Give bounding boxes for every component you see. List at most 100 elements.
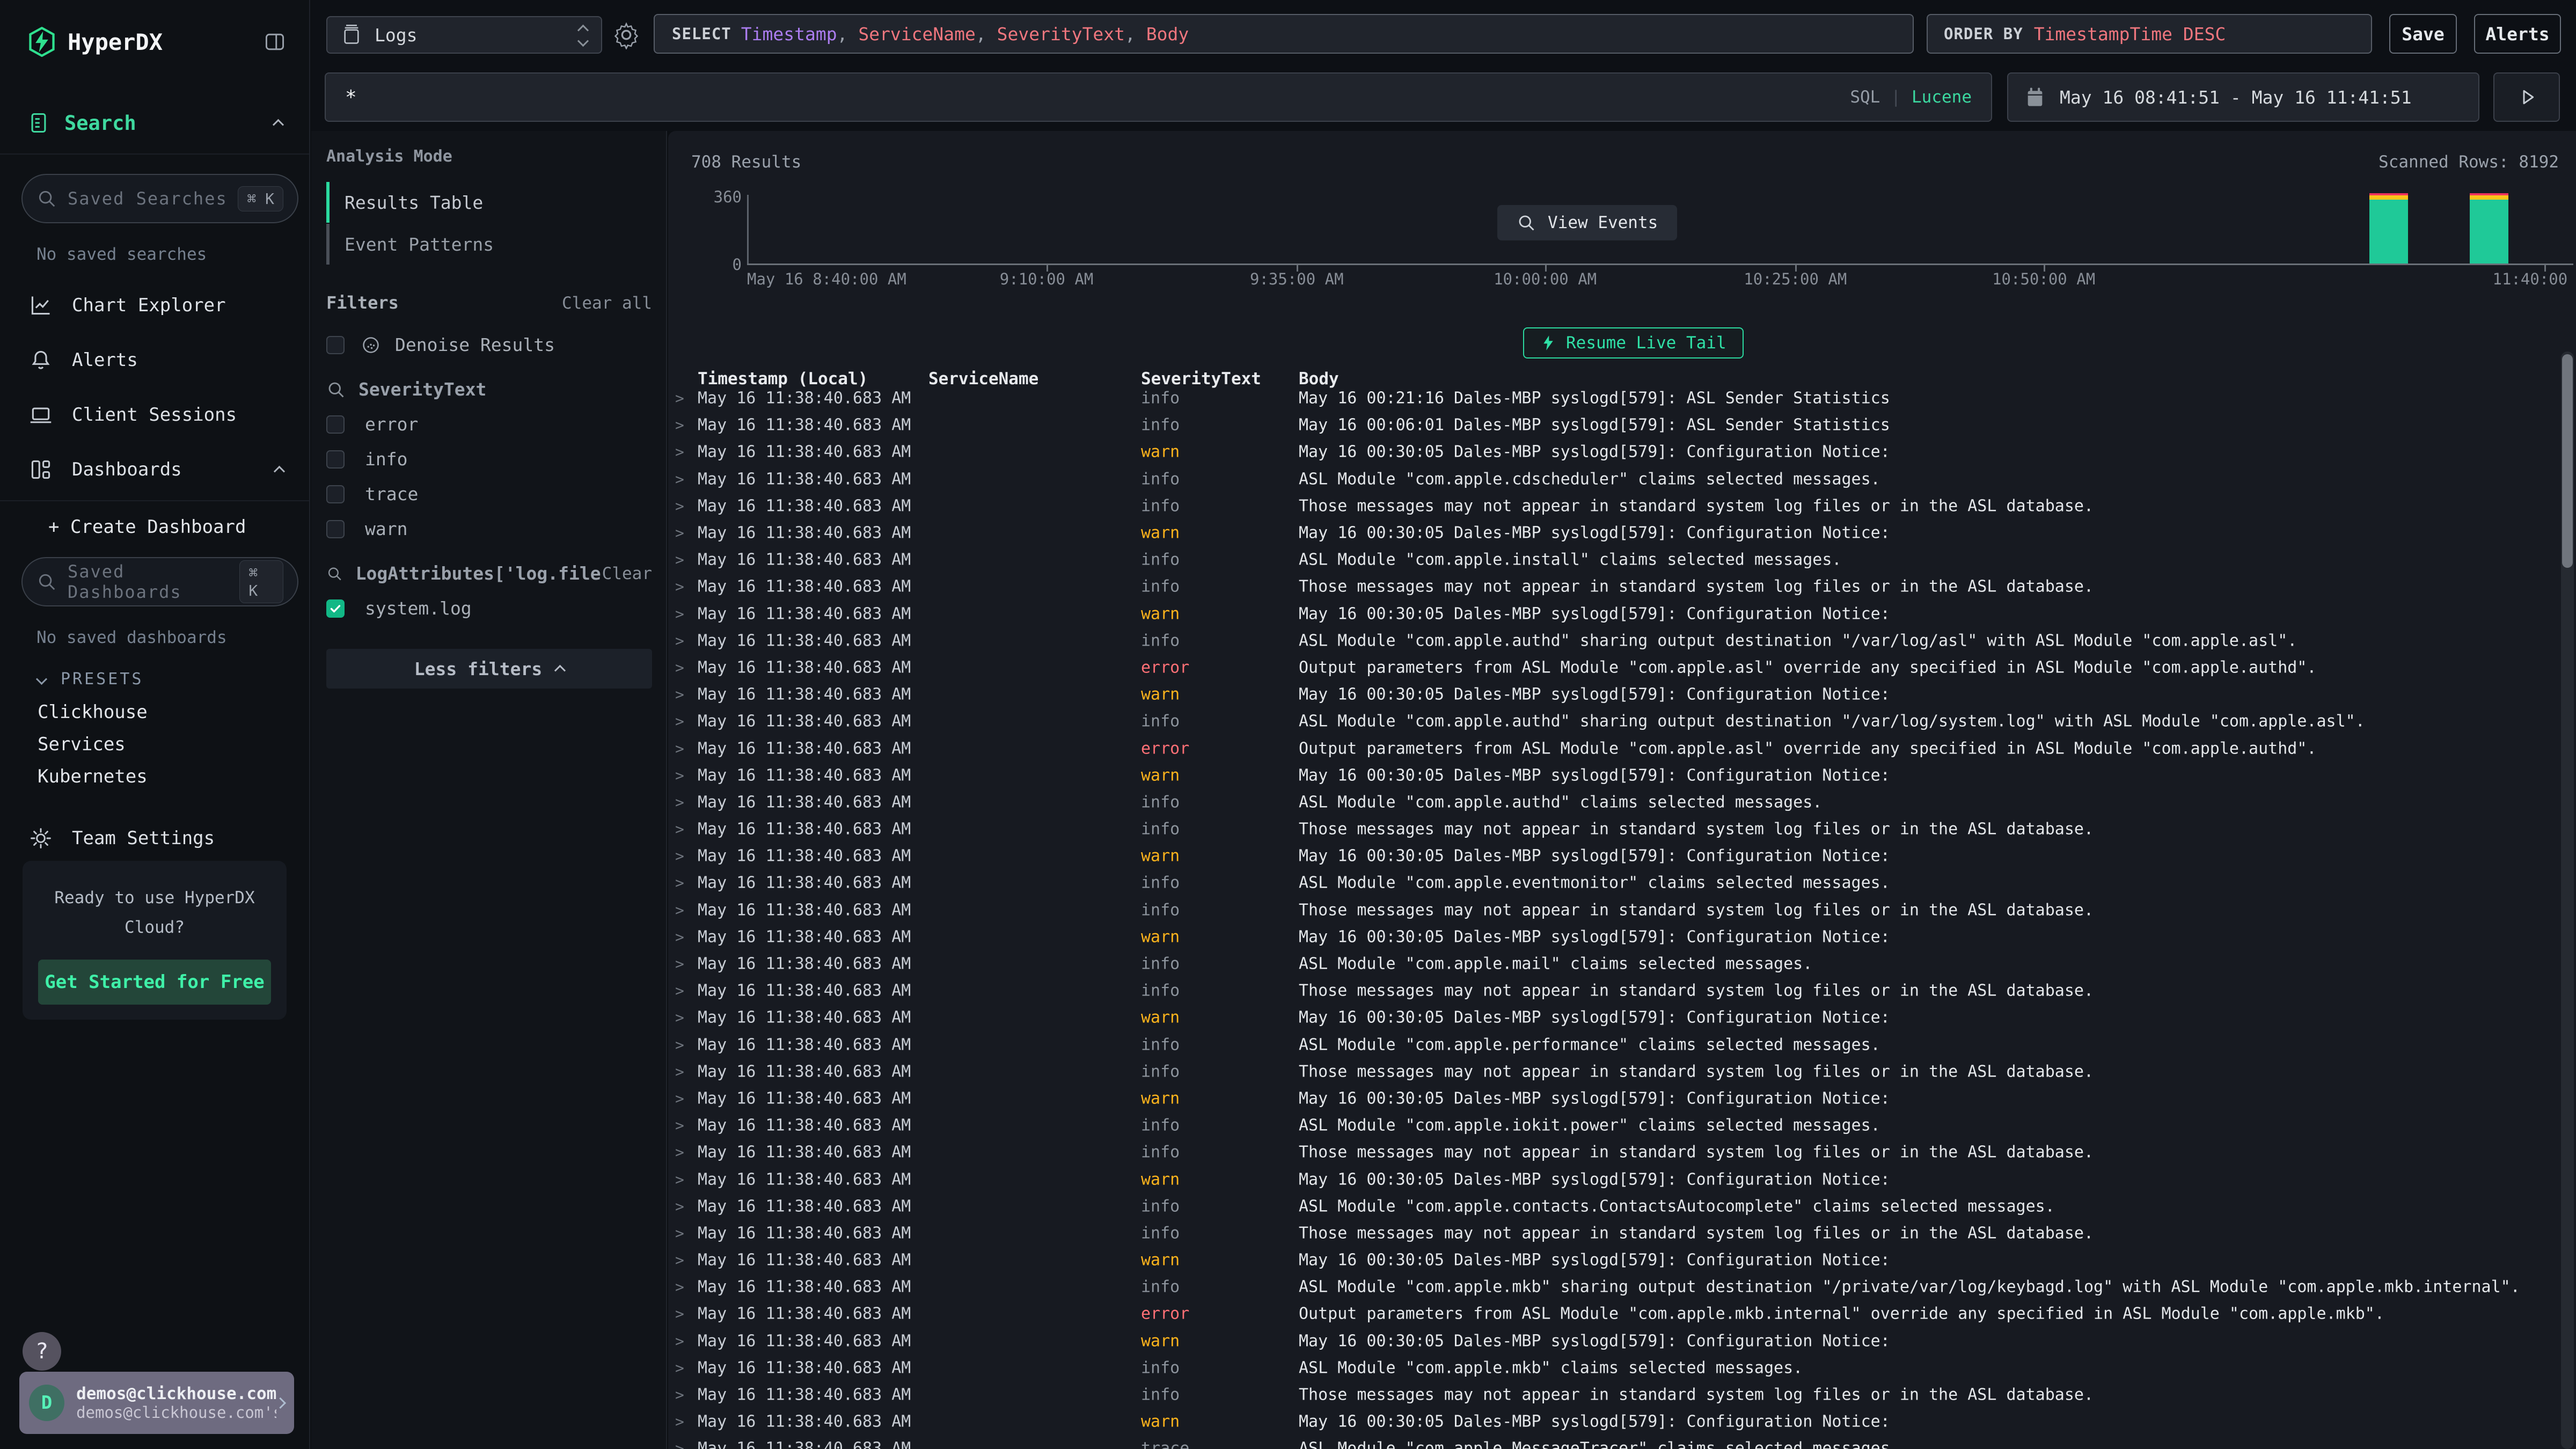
table-row[interactable]: >May 16 11:38:40.683 AMinfoASL Module "c…	[668, 1274, 2561, 1300]
run-query-button[interactable]	[2493, 72, 2560, 122]
expand-chevron-icon[interactable]: >	[675, 1197, 684, 1215]
table-row[interactable]: >May 16 11:38:40.683 AMinfoASL Module "c…	[668, 869, 2561, 896]
severity-option-trace[interactable]: trace	[326, 484, 652, 504]
table-row[interactable]: >May 16 11:38:40.683 AMinfoMay 16 00:21:…	[668, 385, 2561, 412]
expand-chevron-icon[interactable]: >	[675, 982, 684, 1000]
table-row[interactable]: >May 16 11:38:40.683 AMwarnMay 16 00:30:…	[668, 1166, 2561, 1192]
expand-chevron-icon[interactable]: >	[675, 1170, 684, 1188]
analysis-mode-results-table[interactable]: Results Table	[326, 182, 652, 223]
table-row[interactable]: >May 16 11:38:40.683 AMwarnMay 16 00:30:…	[668, 601, 2561, 627]
source-select[interactable]: Logs	[326, 16, 602, 54]
less-filters-button[interactable]: Less filters	[326, 649, 652, 689]
expand-chevron-icon[interactable]: >	[675, 1278, 684, 1296]
expand-chevron-icon[interactable]: >	[675, 928, 684, 946]
severity-option-info[interactable]: info	[326, 449, 652, 470]
chart-bar[interactable]	[2470, 193, 2508, 264]
presets-toggle[interactable]: PRESETS	[38, 670, 309, 689]
expand-chevron-icon[interactable]: >	[675, 793, 684, 811]
table-row[interactable]: >May 16 11:38:40.683 AMwarnMay 16 00:30:…	[668, 519, 2561, 546]
expand-chevron-icon[interactable]: >	[675, 1332, 684, 1350]
sidebar-item-dashboards[interactable]: Dashboards	[0, 442, 309, 497]
sidebar-item-search[interactable]: Search	[0, 106, 309, 140]
clear-all-link[interactable]: Clear all	[562, 294, 652, 313]
table-row[interactable]: >May 16 11:38:40.683 AMtraceASL Module "…	[668, 1435, 2561, 1449]
scrollbar-thumb[interactable]	[2562, 354, 2573, 568]
chevron-up-icon[interactable]	[274, 465, 285, 477]
expand-chevron-icon[interactable]: >	[675, 686, 684, 704]
table-row[interactable]: >May 16 11:38:40.683 AMinfoThose message…	[668, 897, 2561, 924]
create-dashboard-button[interactable]: + Create Dashboard	[0, 501, 309, 553]
expand-chevron-icon[interactable]: >	[675, 847, 684, 865]
expand-chevron-icon[interactable]: >	[675, 443, 684, 461]
sidebar-item-team-settings[interactable]: Team Settings	[0, 811, 309, 866]
expand-chevron-icon[interactable]: >	[675, 1036, 684, 1053]
expand-chevron-icon[interactable]: >	[675, 1009, 684, 1027]
save-button[interactable]: Save	[2389, 14, 2457, 54]
table-row[interactable]: >May 16 11:38:40.683 AMinfoThose message…	[668, 1139, 2561, 1166]
table-row[interactable]: >May 16 11:38:40.683 AMerrorOutput param…	[668, 1300, 2561, 1327]
checkbox[interactable]	[326, 485, 345, 503]
saved-searches-input[interactable]: Saved Searches ⌘ K	[21, 174, 298, 223]
table-row[interactable]: >May 16 11:38:40.683 AMerrorOutput param…	[668, 654, 2561, 681]
expand-chevron-icon[interactable]: >	[675, 390, 684, 407]
table-row[interactable]: >May 16 11:38:40.683 AMwarnMay 16 00:30:…	[668, 1247, 2561, 1274]
expand-chevron-icon[interactable]: >	[675, 901, 684, 919]
expand-chevron-icon[interactable]: >	[675, 1252, 684, 1269]
chevron-up-icon[interactable]	[273, 119, 284, 130]
table-row[interactable]: >May 16 11:38:40.683 AMinfoASL Module "c…	[668, 1193, 2561, 1220]
expand-chevron-icon[interactable]: >	[675, 1117, 684, 1135]
expand-chevron-icon[interactable]: >	[675, 874, 684, 892]
table-row[interactable]: >May 16 11:38:40.683 AMwarnMay 16 00:30:…	[668, 438, 2561, 465]
expand-chevron-icon[interactable]: >	[675, 713, 684, 730]
expand-chevron-icon[interactable]: >	[675, 821, 684, 838]
expand-chevron-icon[interactable]: >	[675, 416, 684, 434]
select-clause-input[interactable]: SELECT Timestamp, ServiceName, SeverityT…	[654, 14, 1914, 54]
expand-chevron-icon[interactable]: >	[675, 524, 684, 542]
view-events-button[interactable]: View Events	[1497, 205, 1677, 240]
table-row[interactable]: >May 16 11:38:40.683 AMinfoASL Module "c…	[668, 466, 2561, 493]
get-started-button[interactable]: Get Started for Free	[38, 960, 271, 1005]
clear-link[interactable]: Clear	[602, 564, 652, 583]
expand-chevron-icon[interactable]: >	[675, 632, 684, 649]
table-row[interactable]: >May 16 11:38:40.683 AMinfoASL Module "c…	[668, 1031, 2561, 1058]
table-row[interactable]: >May 16 11:38:40.683 AMwarnMay 16 00:30:…	[668, 924, 2561, 950]
collapse-sidebar-icon[interactable]	[263, 30, 287, 54]
severity-option-warn[interactable]: warn	[326, 518, 652, 539]
table-row[interactable]: >May 16 11:38:40.683 AMwarnMay 16 00:30:…	[668, 681, 2561, 708]
language-toggle-sql[interactable]: SQL	[1850, 87, 1880, 107]
logfile-option-system.log[interactable]: system.log	[326, 598, 652, 619]
table-row[interactable]: >May 16 11:38:40.683 AMinfoMay 16 00:06:…	[668, 412, 2561, 438]
scrollbar-track[interactable]	[2561, 352, 2574, 1449]
help-button[interactable]: ?	[23, 1332, 61, 1371]
preset-item-kubernetes[interactable]: Kubernetes	[38, 760, 309, 793]
expand-chevron-icon[interactable]: >	[675, 658, 684, 676]
language-toggle-lucene[interactable]: Lucene	[1912, 87, 1972, 107]
table-row[interactable]: >May 16 11:38:40.683 AMinfoThose message…	[668, 977, 2561, 1004]
table-row[interactable]: >May 16 11:38:40.683 AMwarnMay 16 00:30:…	[668, 843, 2561, 869]
expand-chevron-icon[interactable]: >	[675, 740, 684, 757]
checkbox[interactable]	[326, 450, 345, 469]
table-row[interactable]: >May 16 11:38:40.683 AMwarnMay 16 00:30:…	[668, 1408, 2561, 1435]
table-row[interactable]: >May 16 11:38:40.683 AMinfoASL Module "c…	[668, 627, 2561, 654]
preset-item-clickhouse[interactable]: Clickhouse	[38, 696, 309, 728]
expand-chevron-icon[interactable]: >	[675, 766, 684, 784]
expand-chevron-icon[interactable]: >	[675, 1144, 684, 1161]
table-row[interactable]: >May 16 11:38:40.683 AMinfoThose message…	[668, 1058, 2561, 1085]
expand-chevron-icon[interactable]: >	[675, 605, 684, 623]
account-card[interactable]: D demos@clickhouse.com demos@clickhouse.…	[19, 1372, 294, 1434]
table-row[interactable]: >May 16 11:38:40.683 AMinfoASL Module "c…	[668, 1355, 2561, 1381]
resume-live-tail-button[interactable]: Resume Live Tail	[1523, 327, 1744, 358]
expand-chevron-icon[interactable]: >	[675, 497, 684, 515]
table-row[interactable]: >May 16 11:38:40.683 AMinfoThose message…	[668, 493, 2561, 519]
time-range-picker[interactable]: May 16 08:41:51 - May 16 11:41:51	[2007, 72, 2479, 122]
table-row[interactable]: >May 16 11:38:40.683 AMinfoThose message…	[668, 573, 2561, 600]
preset-item-services[interactable]: Services	[38, 728, 309, 760]
table-row[interactable]: >May 16 11:38:40.683 AMinfoThose message…	[668, 1381, 2561, 1408]
table-row[interactable]: >May 16 11:38:40.683 AMerrorOutput param…	[668, 735, 2561, 762]
expand-chevron-icon[interactable]: >	[675, 1063, 684, 1080]
expand-chevron-icon[interactable]: >	[675, 470, 684, 488]
sidebar-item-chart-explorer[interactable]: Chart Explorer	[0, 278, 309, 333]
expand-chevron-icon[interactable]: >	[675, 1224, 684, 1242]
expand-chevron-icon[interactable]: >	[675, 1413, 684, 1431]
table-row[interactable]: >May 16 11:38:40.683 AMinfoThose message…	[668, 1220, 2561, 1247]
